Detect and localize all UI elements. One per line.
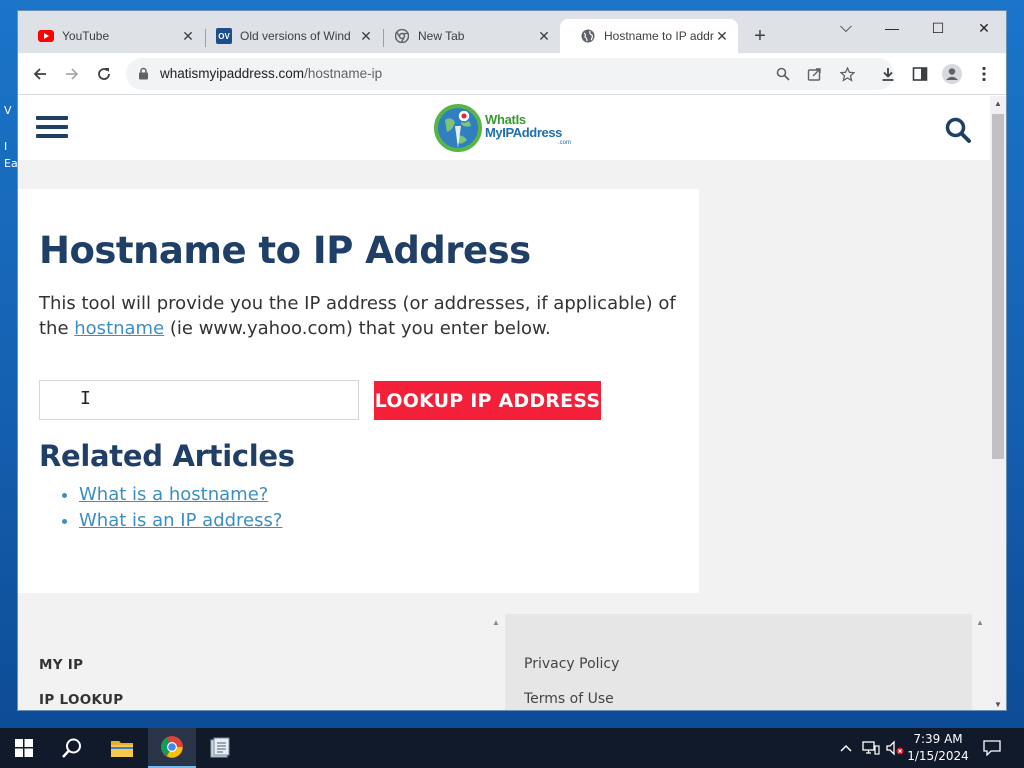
footer-scroll-up-icon[interactable]: ▲ [492,618,500,627]
chrome-icon [394,28,410,44]
main-content-card: Hostname to IP Address This tool will pr… [18,189,699,593]
close-window-button[interactable]: ✕ [962,15,1006,41]
intro-text-part: (ie www.yahoo.com) that you enter below. [164,318,551,339]
tab-old-versions[interactable]: OV Old versions of Wind ✕ [196,19,382,53]
related-articles-heading: Related Articles [39,439,295,473]
taskbar-chrome[interactable] [148,728,196,768]
site-header: WhatIs MyIPAddress .com [18,96,990,160]
desktop-icon-fragment[interactable]: V [4,104,12,117]
hamburger-menu-icon[interactable] [36,116,68,140]
notification-center-icon[interactable] [978,728,1006,768]
address-bar[interactable]: whatismyipaddress.com/hostname-ip [126,58,894,90]
tab-title: Hostname to IP addr [604,29,714,43]
list-item: What is an IP address? [79,509,282,532]
footer-nav: ▲ MY IP IP LOOKUP [18,614,504,710]
clock-date: 1/15/2024 [907,749,969,763]
text-cursor-icon: I [80,388,91,409]
more-menu-icon[interactable] [972,62,996,86]
chrome-icon [161,736,183,758]
scroll-down-arrow-icon[interactable]: ▼ [990,700,1006,709]
taskbar-clock[interactable]: 7:39 AM 1/15/2024 [906,731,970,765]
logo-text-line3: .com [558,140,572,146]
new-tab-button[interactable]: + [748,25,772,47]
footer-legal: Privacy Policy Terms of Use [505,614,972,710]
folder-icon [111,741,133,757]
download-icon[interactable] [876,62,900,86]
hostname-link[interactable]: hostname [74,318,164,339]
tab-youtube[interactable]: YouTube ✕ [18,19,204,53]
forward-button[interactable] [60,62,84,86]
taskbar-app[interactable] [196,728,244,768]
bookmark-star-icon[interactable] [837,64,857,84]
oldversion-icon: OV [216,28,232,44]
lookup-ip-address-button[interactable]: LOOKUP IP ADDRESS [374,381,601,420]
clock-time: 7:39 AM [913,732,963,746]
tab-title: Old versions of Wind [240,29,351,43]
search-icon [62,738,81,758]
footer-link-ip-lookup[interactable]: IP LOOKUP [39,692,123,708]
logo-globe-icon [434,104,482,152]
page-title: Hostname to IP Address [39,229,531,272]
volume-muted-icon[interactable] [884,728,906,768]
page-viewport: WhatIs MyIPAddress .com Hostname to IP A… [18,96,990,710]
app-window-icon [210,737,230,758]
tab-hostname-to-ip[interactable]: Hostname to IP addr ✕ [560,19,738,53]
close-tab-icon[interactable]: ✕ [536,28,552,45]
reload-button[interactable] [92,62,116,86]
taskbar: 7:39 AM 1/15/2024 [0,728,1024,768]
youtube-icon [38,28,54,44]
desktop-icon-fragment[interactable]: Ea [4,157,18,170]
related-link-ip-address[interactable]: What is an IP address? [79,510,282,531]
site-search-icon[interactable] [944,116,972,144]
windows-logo-icon [15,739,33,757]
footer-link-privacy-policy[interactable]: Privacy Policy [524,656,619,672]
back-button[interactable] [28,62,52,86]
footer-link-my-ip[interactable]: MY IP [39,657,83,673]
network-icon[interactable] [860,728,882,768]
url-path: /hostname-ip [304,66,383,81]
footer-link-terms-of-use[interactable]: Terms of Use [524,691,614,707]
scrollbar-thumb[interactable] [992,114,1004,459]
intro-text: This tool will provide you the IP addres… [39,291,679,341]
tab-title: YouTube [62,29,110,43]
close-tab-icon[interactable]: ✕ [714,28,730,45]
tab-strip: YouTube ✕ OV Old versions of Wind ✕ New … [18,11,1006,53]
browser-window: YouTube ✕ OV Old versions of Wind ✕ New … [17,10,1007,711]
url-text[interactable]: whatismyipaddress.com/hostname-ip [160,66,382,81]
close-tab-icon[interactable]: ✕ [180,28,196,45]
tray-expand-icon[interactable] [836,728,856,768]
globe-icon [580,28,596,44]
maximize-button[interactable]: ☐ [916,15,960,41]
zoom-search-icon[interactable] [773,64,793,84]
share-icon[interactable] [805,64,825,84]
list-item: What is a hostname? [79,483,282,506]
side-panel-icon[interactable] [908,62,932,86]
tab-new-tab[interactable]: New Tab ✕ [374,19,560,53]
profile-icon[interactable] [940,62,964,86]
lock-icon[interactable] [138,67,149,85]
scroll-up-arrow-icon[interactable]: ▲ [990,99,1006,108]
page-scrollbar[interactable]: ▲ ▼ [990,96,1006,710]
related-articles-list: What is a hostname? What is an IP addres… [79,483,282,535]
footer-scroll-up-icon[interactable]: ▲ [976,618,984,627]
url-host: whatismyipaddress.com [160,66,305,81]
logo-text-line2: MyIPAddress [485,125,562,140]
related-link-hostname[interactable]: What is a hostname? [79,484,268,505]
tab-title: New Tab [418,29,465,43]
close-tab-icon[interactable]: ✕ [358,28,374,45]
minimize-button[interactable]: — [870,15,914,41]
browser-toolbar: whatismyipaddress.com/hostname-ip [18,53,1006,95]
desktop-icon-fragment[interactable]: I [4,140,7,153]
tab-search-icon[interactable]: ⌵ [824,15,868,41]
taskbar-file-explorer[interactable] [98,728,146,768]
site-logo[interactable]: WhatIs MyIPAddress .com [433,102,583,154]
taskbar-search-button[interactable] [48,728,96,768]
start-button[interactable] [0,728,48,768]
